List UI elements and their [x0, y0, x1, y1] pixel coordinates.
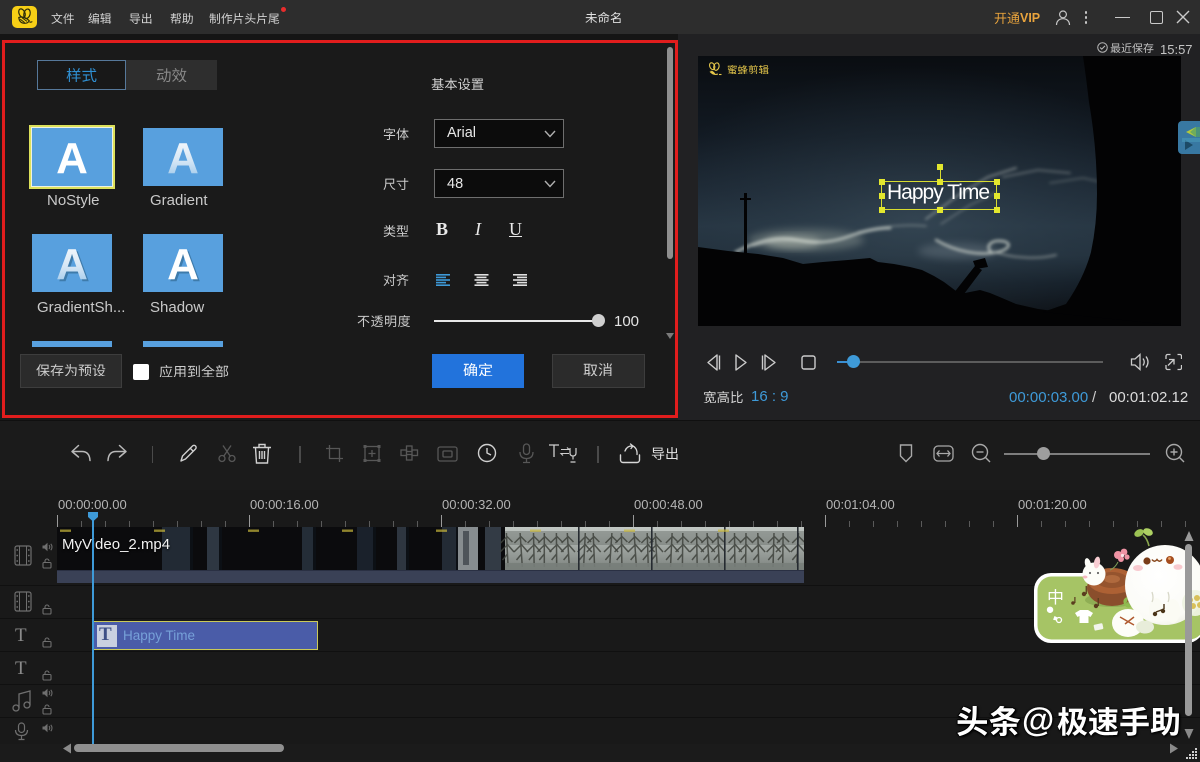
svg-text:A: A [56, 134, 88, 183]
svg-text:A: A [167, 134, 199, 183]
svg-text:A: A [167, 240, 199, 289]
svg-text:A: A [56, 240, 88, 289]
